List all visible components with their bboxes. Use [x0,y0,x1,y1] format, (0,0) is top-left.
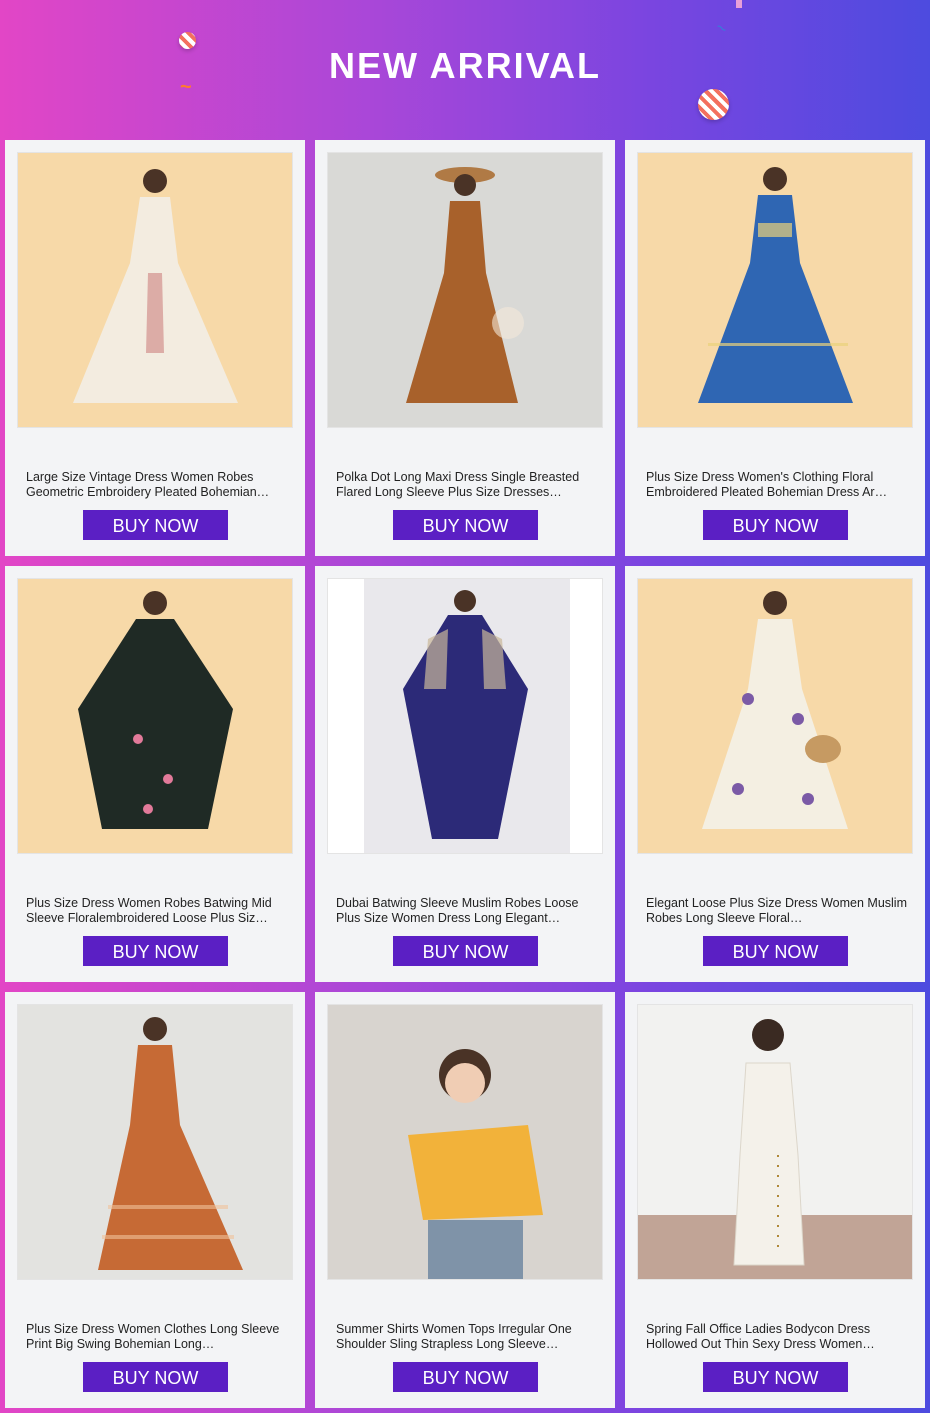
product-card[interactable]: Plus Size Dress Women Clothes Long Sleev… [5,992,305,1408]
product-card[interactable]: Summer Shirts Women Tops Irregular One S… [315,992,615,1408]
product-image[interactable] [637,578,913,854]
product-name[interactable]: Plus Size Dress Women's Clothing Floral … [646,470,908,502]
buy-now-button[interactable]: BUY NOW [83,1362,228,1392]
buy-now-button[interactable]: BUY NOW [703,936,848,966]
product-name[interactable]: Elegant Loose Plus Size Dress Women Musl… [646,896,908,928]
page-title: NEW ARRIVAL [329,45,601,86]
product-image[interactable] [17,1004,293,1280]
product-photo [18,153,292,427]
product-image[interactable] [17,152,293,428]
confetti-decoration [736,0,742,8]
product-card[interactable]: Elegant Loose Plus Size Dress Women Musl… [625,566,925,982]
product-card[interactable]: Plus Size Dress Women's Clothing Floral … [625,140,925,556]
product-photo [328,579,602,853]
product-photo [638,579,912,853]
product-image[interactable] [17,578,293,854]
buy-now-button[interactable]: BUY NOW [703,1362,848,1392]
streamer-decoration: ~ [711,16,732,40]
product-photo [18,579,292,853]
product-card[interactable]: Spring Fall Office Ladies Bodycon Dress … [625,992,925,1408]
buy-now-button[interactable]: BUY NOW [393,1362,538,1392]
product-card[interactable]: Dubai Batwing Sleeve Muslim Robes Loose … [315,566,615,982]
product-card[interactable]: Polka Dot Long Maxi Dress Single Breaste… [315,140,615,556]
new-arrival-header: ~ ~ NEW ARRIVAL [0,0,930,138]
product-name[interactable]: Summer Shirts Women Tops Irregular One S… [336,1322,598,1354]
product-photo [638,153,912,427]
striped-ball-decoration [698,89,729,120]
product-image[interactable] [637,1004,913,1280]
product-photo [328,153,602,427]
buy-now-button[interactable]: BUY NOW [83,936,228,966]
product-card[interactable]: Large Size Vintage Dress Women Robes Geo… [5,140,305,556]
product-image[interactable] [327,1004,603,1280]
buy-now-button[interactable]: BUY NOW [703,510,848,540]
buy-now-button[interactable]: BUY NOW [393,510,538,540]
product-image[interactable] [327,152,603,428]
buy-now-button[interactable]: BUY NOW [83,510,228,540]
product-name[interactable]: Polka Dot Long Maxi Dress Single Breaste… [336,470,598,502]
product-photo [328,1005,602,1279]
product-name[interactable]: Spring Fall Office Ladies Bodycon Dress … [646,1322,908,1354]
buy-now-button[interactable]: BUY NOW [393,936,538,966]
product-image[interactable] [637,152,913,428]
product-photo [638,1005,912,1279]
product-image[interactable] [327,578,603,854]
product-name[interactable]: Plus Size Dress Women Robes Batwing Mid … [26,896,288,928]
product-name[interactable]: Plus Size Dress Women Clothes Long Sleev… [26,1322,288,1354]
product-photo [18,1005,292,1279]
product-card[interactable]: Plus Size Dress Women Robes Batwing Mid … [5,566,305,982]
product-name[interactable]: Large Size Vintage Dress Women Robes Geo… [26,470,288,502]
product-name[interactable]: Dubai Batwing Sleeve Muslim Robes Loose … [336,896,598,928]
